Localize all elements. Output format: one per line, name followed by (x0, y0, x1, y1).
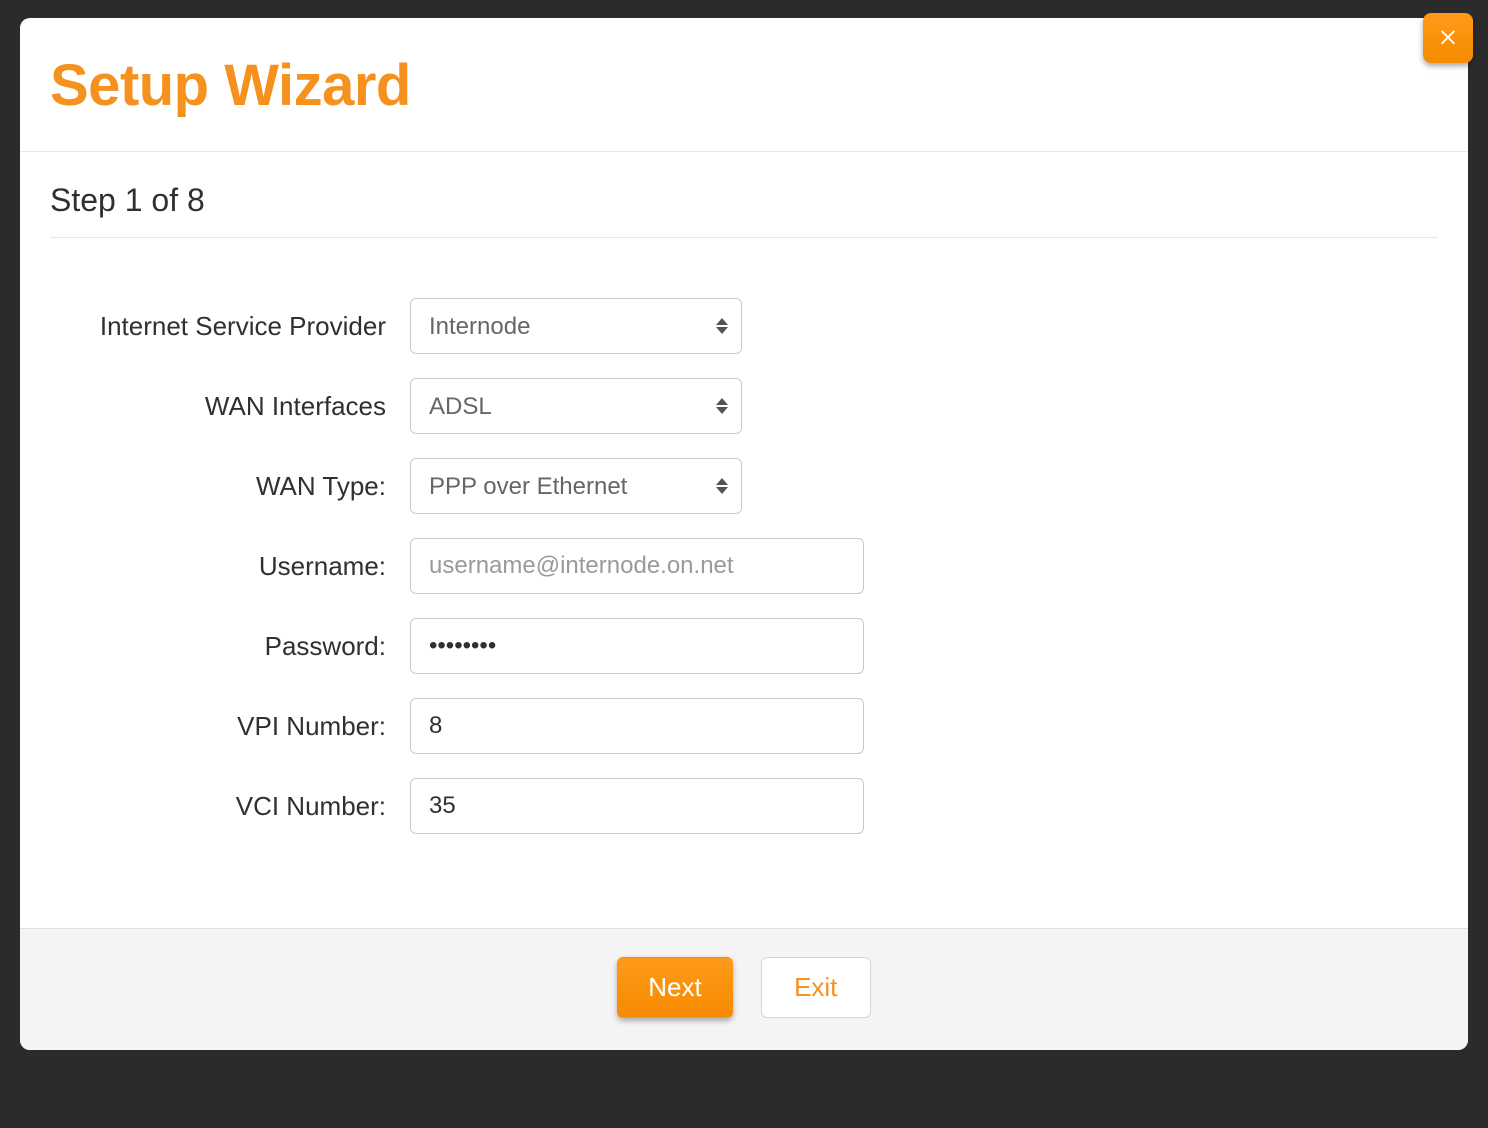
select-isp[interactable]: Internode (410, 298, 742, 354)
close-button[interactable] (1423, 13, 1473, 63)
row-vpi: VPI Number: (50, 698, 1438, 754)
label-password: Password: (50, 631, 410, 662)
input-vpi[interactable] (410, 698, 864, 754)
close-icon (1437, 25, 1459, 52)
label-wan-interfaces: WAN Interfaces (50, 391, 410, 422)
select-wan-type[interactable]: PPP over Ethernet (410, 458, 742, 514)
next-button[interactable]: Next (617, 957, 732, 1018)
row-username: Username: (50, 538, 1438, 594)
modal-title: Setup Wizard (50, 52, 1438, 119)
label-username: Username: (50, 551, 410, 582)
label-vci: VCI Number: (50, 791, 410, 822)
select-wan-interfaces[interactable]: ADSL (410, 378, 742, 434)
wizard-form: Internet Service Provider Internode WAN … (50, 298, 1438, 834)
setup-wizard-modal: Setup Wizard Step 1 of 8 Internet Servic… (20, 18, 1468, 1050)
label-vpi: VPI Number: (50, 711, 410, 742)
label-isp: Internet Service Provider (50, 311, 410, 342)
row-isp: Internet Service Provider Internode (50, 298, 1438, 354)
modal-header: Setup Wizard (20, 18, 1468, 152)
input-vci[interactable] (410, 778, 864, 834)
modal-body: Step 1 of 8 Internet Service Provider In… (20, 152, 1468, 928)
exit-button[interactable]: Exit (761, 957, 871, 1018)
row-wan-type: WAN Type: PPP over Ethernet (50, 458, 1438, 514)
input-username[interactable] (410, 538, 864, 594)
label-wan-type: WAN Type: (50, 471, 410, 502)
input-password[interactable] (410, 618, 864, 674)
row-password: Password: (50, 618, 1438, 674)
modal-footer: Next Exit (20, 928, 1468, 1050)
step-heading: Step 1 of 8 (50, 182, 1438, 238)
row-wan-interfaces: WAN Interfaces ADSL (50, 378, 1438, 434)
row-vci: VCI Number: (50, 778, 1438, 834)
